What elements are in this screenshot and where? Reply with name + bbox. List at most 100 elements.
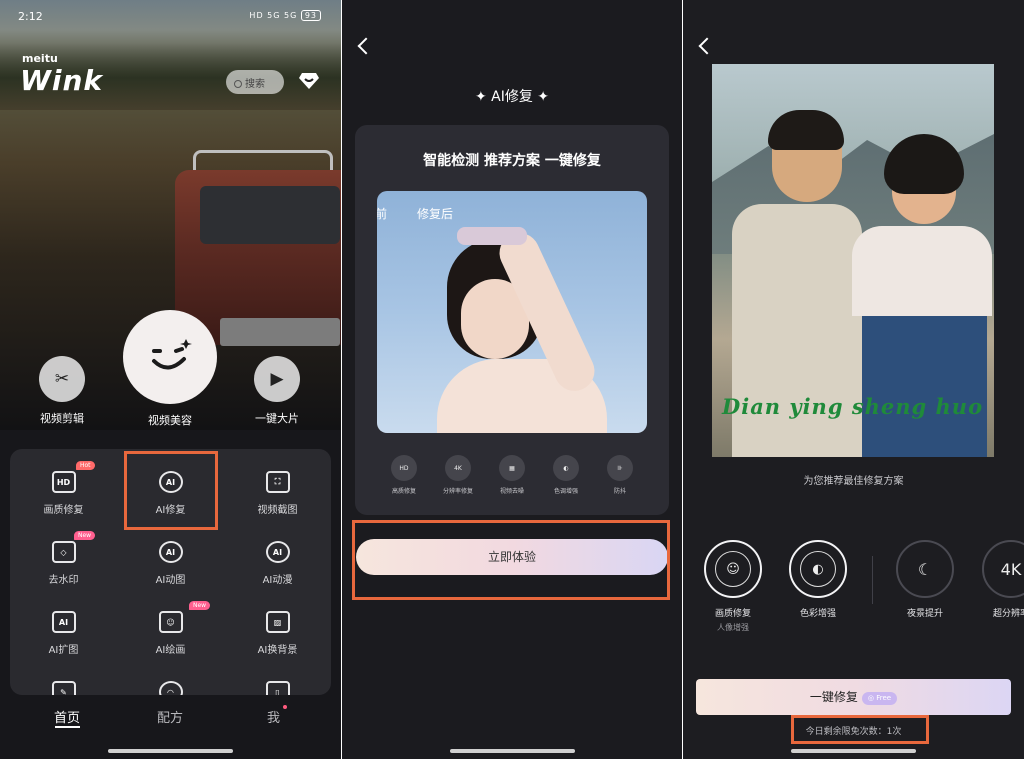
option-label: 超分辨率 bbox=[992, 609, 1024, 619]
notification-dot bbox=[283, 705, 287, 709]
search-icon bbox=[234, 80, 242, 88]
option-color-enhance[interactable]: ◐ 色彩增强 bbox=[788, 540, 848, 619]
feature-label: 视频剪辑 bbox=[40, 412, 84, 425]
hd-icon: HD bbox=[51, 471, 76, 493]
option-denoise: ▦ 视频去噪 bbox=[485, 455, 539, 495]
one-click-movie-button[interactable]: ▶ 一键大片 bbox=[249, 356, 305, 426]
face-icon: ☺ bbox=[715, 551, 751, 587]
ai-repair-editor-screen: Dian ying sheng huo 为您推荐最佳修复方案 ☺ 画质修复 人像… bbox=[683, 0, 1024, 759]
free-badge: ◎ Free bbox=[861, 692, 898, 705]
tool-label: AI扩图 bbox=[48, 645, 79, 656]
tool-ai-animate[interactable]: AI AI动图 bbox=[117, 541, 224, 586]
leaf-icon: ◐ bbox=[800, 551, 836, 587]
nav-me[interactable]: 我 bbox=[267, 707, 280, 726]
tool-remove-watermark[interactable]: ◇ 去水印 New bbox=[10, 531, 117, 586]
option-super-resolution[interactable]: 4K 超分辨率 bbox=[981, 540, 1024, 619]
eraser-icon: ◇ bbox=[51, 541, 76, 563]
play-icon: ▶ bbox=[254, 356, 300, 402]
highlight-try-now bbox=[352, 520, 670, 600]
home-indicator[interactable] bbox=[108, 749, 233, 753]
feature-label: 一键大片 bbox=[255, 412, 299, 425]
option-label: 画质修复 bbox=[714, 609, 751, 619]
button-label: 一键修复 bbox=[809, 690, 858, 704]
tool-label: 去水印 bbox=[48, 575, 79, 586]
divider bbox=[872, 556, 873, 604]
new-badge: New bbox=[74, 531, 96, 540]
before-label: 前 bbox=[377, 207, 388, 221]
home-screen: 2:12 HD 5G 5G 93 meitu Wink 搜索 ✂ 视频剪辑 视频… bbox=[0, 0, 341, 759]
tool-partial[interactable]: ✎ bbox=[10, 681, 117, 695]
highlight-ai-repair bbox=[124, 451, 218, 530]
ai-icon: ◠ bbox=[158, 681, 183, 695]
intro-card: 智能检测 推荐方案 一键修复 前 修复后 HD 高质修复 4K 分辨率修复 ▦ 视频去… bbox=[355, 125, 669, 515]
home-indicator[interactable] bbox=[450, 749, 575, 753]
photo-caption: Dian ying sheng huo bbox=[722, 394, 984, 419]
tool-partial[interactable]: ▯ bbox=[224, 681, 331, 695]
option-night-boost[interactable]: ☾ 夜景提升 bbox=[895, 540, 955, 619]
bottom-nav: 首页 配方 我 bbox=[0, 697, 341, 759]
tool-label: AI换背景 bbox=[257, 645, 298, 656]
recommend-subtitle: 为您推荐最佳修复方案 bbox=[803, 476, 904, 487]
video-beauty-button[interactable]: 视频美容 bbox=[122, 310, 218, 428]
nav-active-indicator bbox=[55, 726, 80, 728]
option-quality-repair[interactable]: ☺ 画质修复 人像增强 bbox=[703, 540, 763, 633]
option-hd: HD 高质修复 bbox=[377, 455, 431, 495]
nav-home[interactable]: 首页 bbox=[54, 707, 80, 726]
ai-expand-icon: AI bbox=[51, 611, 76, 633]
back-arrow-icon[interactable] bbox=[698, 37, 716, 55]
ai-anime-icon: AI bbox=[265, 541, 290, 563]
tool-label: AI动漫 bbox=[262, 575, 293, 586]
tool-label: AI绘画 bbox=[155, 645, 186, 656]
stabilize-icon: ⊪ bbox=[607, 455, 633, 481]
status-bar: 2:12 HD 5G 5G 93 bbox=[0, 0, 341, 32]
color-icon: ◐ bbox=[553, 455, 579, 481]
option-resolution: 4K 分辨率修复 bbox=[431, 455, 485, 495]
nav-recipe[interactable]: 配方 bbox=[157, 707, 183, 726]
tool-ai-expand[interactable]: AI AI扩图 bbox=[10, 611, 117, 656]
ai-repair-intro-screen: ✦ AI修复 ✦ 智能检测 推荐方案 一键修复 前 修复后 HD 高质修复 4K 分… bbox=[342, 0, 682, 759]
moon-icon: ☾ bbox=[896, 540, 954, 598]
wand-icon: ✎ bbox=[51, 681, 76, 695]
home-indicator[interactable] bbox=[791, 749, 916, 753]
battery-icon: 93 bbox=[300, 10, 321, 21]
hot-badge: Hot bbox=[76, 461, 95, 470]
after-label: 修复后 bbox=[417, 207, 454, 221]
denoise-icon: ▦ bbox=[499, 455, 525, 481]
tool-ai-background[interactable]: ▨ AI换背景 bbox=[224, 611, 331, 656]
ai-background-icon: ▨ bbox=[265, 611, 290, 633]
hd-icon: HD bbox=[391, 455, 417, 481]
before-after-preview[interactable]: 前 修复后 bbox=[377, 191, 647, 433]
tool-partial[interactable]: ◠ bbox=[117, 681, 224, 695]
photo-preview[interactable]: Dian ying sheng huo bbox=[712, 64, 994, 457]
back-arrow-icon[interactable] bbox=[357, 37, 375, 55]
tool-quality-repair[interactable]: HD 画质修复 Hot bbox=[10, 461, 117, 516]
search-placeholder: 搜索 bbox=[245, 79, 265, 90]
4k-icon: 4K bbox=[982, 540, 1024, 598]
feature-label: 视频美容 bbox=[148, 414, 192, 427]
status-time: 2:12 bbox=[18, 10, 43, 23]
layout-icon: ▯ bbox=[265, 681, 290, 695]
highlight-remaining bbox=[791, 715, 929, 744]
tool-ai-paint[interactable]: ☺ AI绘画 New bbox=[117, 601, 224, 656]
tool-label: AI动图 bbox=[155, 575, 186, 586]
option-label: 色彩增强 bbox=[799, 609, 836, 619]
one-click-repair-button[interactable]: 一键修复 ◎ Free bbox=[696, 679, 1011, 715]
option-sublabel: 人像增强 bbox=[717, 623, 749, 632]
signal-icon: HD 5G 5G 93 bbox=[249, 10, 321, 21]
new-badge: New bbox=[189, 601, 211, 610]
4k-icon: 4K bbox=[445, 455, 471, 481]
video-edit-button[interactable]: ✂ 视频剪辑 bbox=[36, 356, 88, 426]
scissors-icon: ✂ bbox=[39, 356, 85, 402]
tool-label: 视频截图 bbox=[257, 505, 298, 516]
tool-video-screenshot[interactable]: ⛶ 视频截图 bbox=[224, 471, 331, 516]
tool-ai-anime[interactable]: AI AI动漫 bbox=[224, 541, 331, 586]
intro-headline: 智能检测 推荐方案 一键修复 bbox=[423, 153, 601, 169]
search-input[interactable]: 搜索 bbox=[226, 70, 284, 94]
ai-animate-icon: AI bbox=[158, 541, 183, 563]
page-title: ✦ AI修复 ✦ bbox=[474, 89, 550, 105]
tool-label: 画质修复 bbox=[43, 505, 84, 516]
ai-paint-icon: ☺ bbox=[158, 611, 183, 633]
vip-diamond-icon[interactable] bbox=[299, 72, 319, 90]
option-stabilize: ⊪ 防抖 bbox=[593, 455, 647, 495]
brand-wink-logo: Wink bbox=[20, 64, 104, 97]
